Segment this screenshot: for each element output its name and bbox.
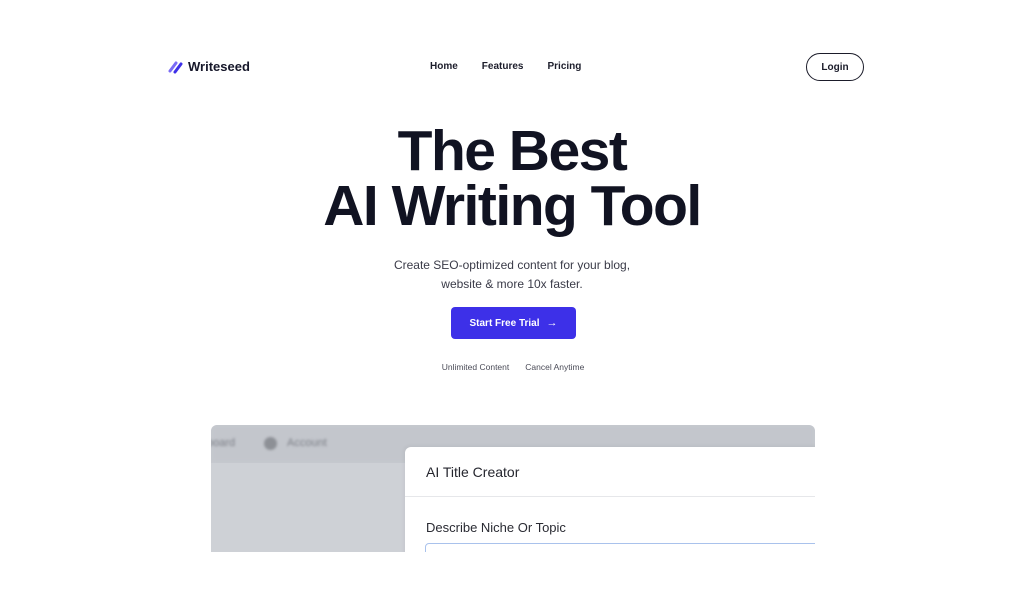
logo-mark-icon bbox=[168, 61, 183, 73]
preview-sidebar bbox=[211, 463, 405, 552]
account-icon bbox=[264, 437, 277, 450]
panel-divider bbox=[405, 496, 815, 497]
cta-label: Start Free Trial bbox=[469, 317, 540, 329]
preview-topbar-item: board bbox=[211, 437, 236, 449]
main-nav: Home Features Pricing bbox=[430, 61, 581, 72]
nav-features-link[interactable]: Features bbox=[482, 61, 524, 72]
preview-topbar-account: Account bbox=[287, 437, 327, 449]
nav-home-link[interactable]: Home bbox=[430, 61, 458, 72]
perks-list: Unlimited Content Cancel Anytime bbox=[0, 362, 1024, 372]
landing-page: Writeseed Home Features Pricing Login Th… bbox=[0, 0, 1024, 597]
hero-subtitle-line1: Create SEO-optimized content for your bl… bbox=[393, 258, 631, 272]
app-preview-screenshot: board Account AI Title Creator Describe … bbox=[211, 425, 815, 552]
hero-subtitle-line2: website & more 10x faster. bbox=[441, 277, 583, 291]
hero-title: The Best AI Writing Tool bbox=[0, 123, 1024, 235]
arrow-right-icon: → bbox=[546, 317, 558, 329]
ai-title-creator-panel: AI Title Creator Describe Niche Or Topic bbox=[405, 447, 815, 552]
perk-unlimited-content: Unlimited Content bbox=[441, 362, 510, 372]
start-free-trial-button[interactable]: Start Free Trial → bbox=[451, 307, 576, 339]
perk-cancel-anytime: Cancel Anytime bbox=[525, 362, 585, 372]
brand-name: Writeseed bbox=[188, 59, 250, 74]
brand-logo[interactable]: Writeseed bbox=[168, 59, 250, 74]
panel-title: AI Title Creator bbox=[426, 464, 520, 480]
niche-topic-label: Describe Niche Or Topic bbox=[426, 520, 566, 535]
hero-title-line2: AI Writing Tool bbox=[323, 174, 702, 238]
hero-subtitle: Create SEO-optimized content for your bl… bbox=[0, 256, 1024, 294]
login-button[interactable]: Login bbox=[806, 53, 864, 81]
nav-pricing-link[interactable]: Pricing bbox=[547, 61, 581, 72]
niche-topic-input[interactable] bbox=[425, 543, 815, 552]
